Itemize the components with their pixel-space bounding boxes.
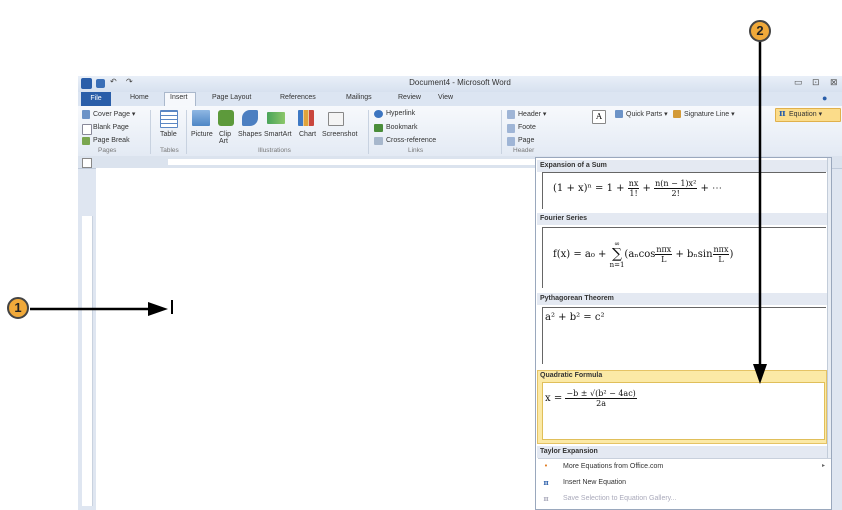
callout-1-badge: 1 [7, 297, 29, 319]
callout-1-arrowhead-icon [148, 302, 168, 316]
callout-arrows [30, 40, 767, 384]
callout-2-badge: 2 [749, 20, 771, 42]
callout-2-arrowhead-icon [753, 364, 767, 384]
